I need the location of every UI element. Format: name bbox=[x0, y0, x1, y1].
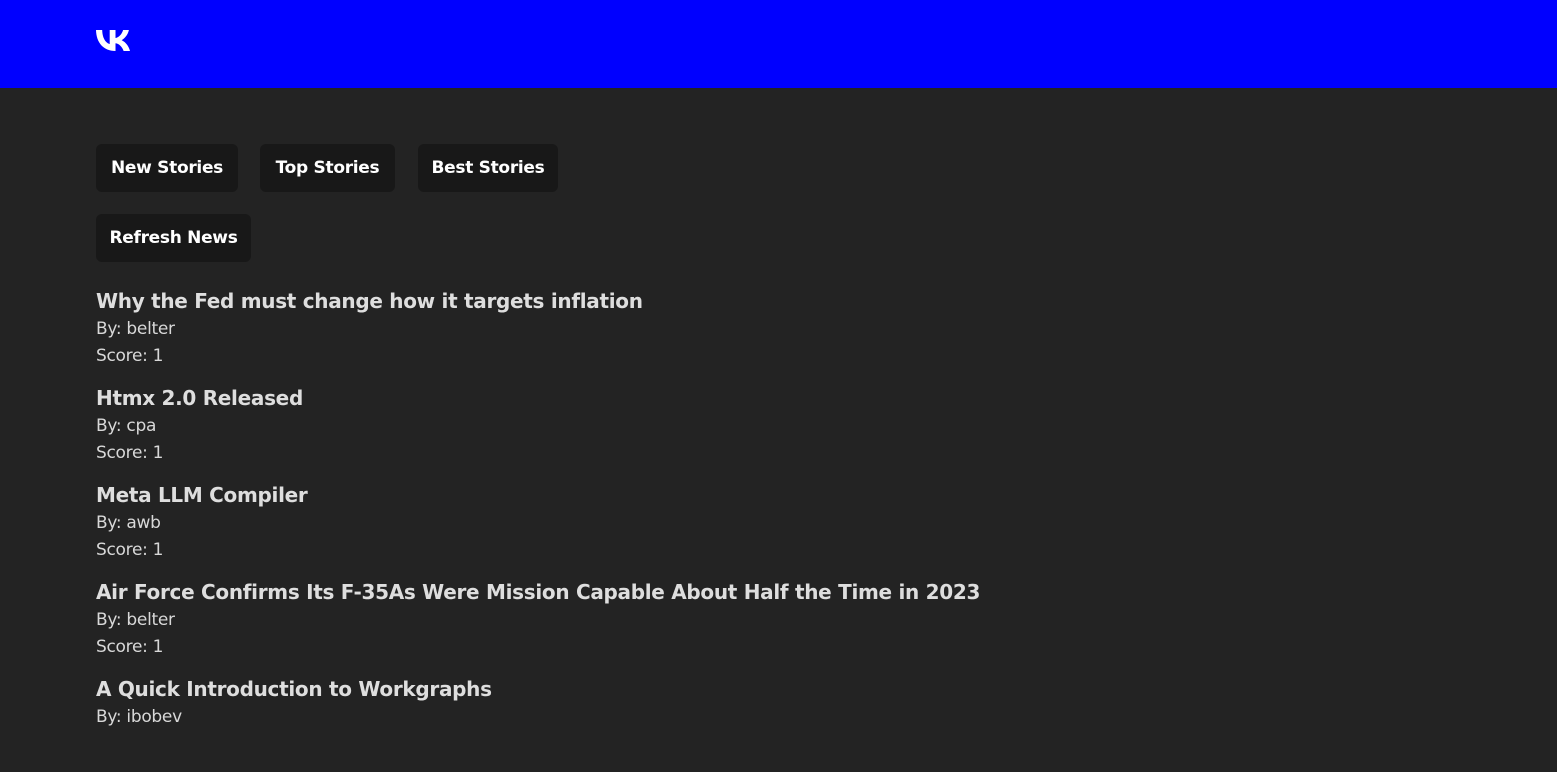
story-title[interactable]: Htmx 2.0 Released bbox=[96, 384, 303, 412]
story-score: Score: 1 bbox=[96, 346, 164, 366]
story-author: By: belter bbox=[96, 319, 175, 339]
top-stories-button[interactable]: Top Stories bbox=[260, 144, 395, 192]
story-author: By: belter bbox=[96, 610, 175, 630]
story-item: Htmx 2.0 Released By: cpa Score: 1 bbox=[96, 384, 1396, 481]
story-score: Score: 1 bbox=[96, 443, 164, 463]
best-stories-button[interactable]: Best Stories bbox=[418, 144, 558, 192]
story-title[interactable]: Meta LLM Compiler bbox=[96, 481, 308, 509]
story-title[interactable]: Why the Fed must change how it targets i… bbox=[96, 287, 643, 315]
story-score: Score: 1 bbox=[96, 540, 164, 560]
story-item: Air Force Confirms Its F-35As Were Missi… bbox=[96, 578, 1396, 675]
story-author: By: ibobev bbox=[96, 707, 182, 727]
story-item: A Quick Introduction to Workgraphs By: i… bbox=[96, 675, 1396, 772]
vk-logo-icon[interactable] bbox=[96, 30, 132, 51]
story-list: Why the Fed must change how it targets i… bbox=[96, 287, 1396, 772]
header-bar bbox=[0, 0, 1557, 88]
story-item: Meta LLM Compiler By: awb Score: 1 bbox=[96, 481, 1396, 578]
story-title[interactable]: A Quick Introduction to Workgraphs bbox=[96, 675, 492, 703]
refresh-news-button[interactable]: Refresh News bbox=[96, 214, 251, 262]
story-author: By: cpa bbox=[96, 416, 157, 436]
new-stories-button[interactable]: New Stories bbox=[96, 144, 238, 192]
story-title[interactable]: Air Force Confirms Its F-35As Were Missi… bbox=[96, 578, 980, 606]
story-score: Score: 1 bbox=[96, 637, 164, 657]
story-item: Why the Fed must change how it targets i… bbox=[96, 287, 1396, 384]
story-author: By: awb bbox=[96, 513, 161, 533]
